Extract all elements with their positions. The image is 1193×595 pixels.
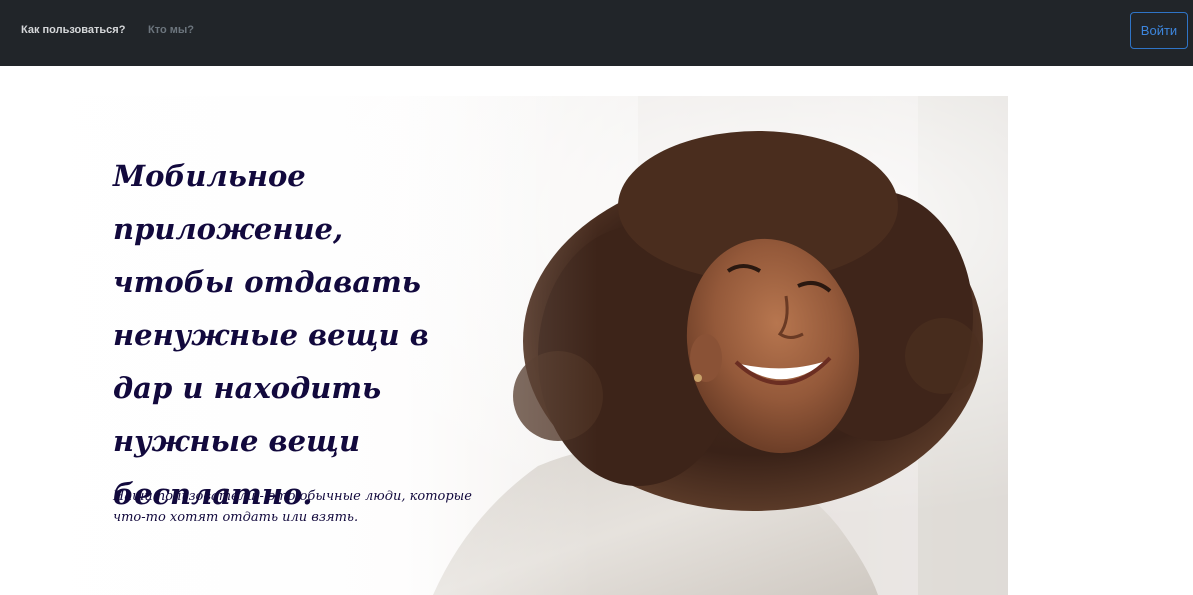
login-button[interactable]: Войти	[1130, 12, 1188, 49]
hero-subtitle: Наши пользователи - это обычные люди, ко…	[113, 489, 472, 525]
top-navbar: Как пользоваться? Кто мы? Войти	[0, 0, 1193, 66]
hero-section: Мобильное приложение, чтобы отдавать нен…	[38, 96, 1008, 595]
hero-title: Мобильное приложение, чтобы отдавать нен…	[113, 159, 429, 511]
nav-link-who-we-are[interactable]: Кто мы?	[148, 24, 194, 36]
nav-link-how-to-use[interactable]: Как пользоваться?	[21, 24, 125, 36]
